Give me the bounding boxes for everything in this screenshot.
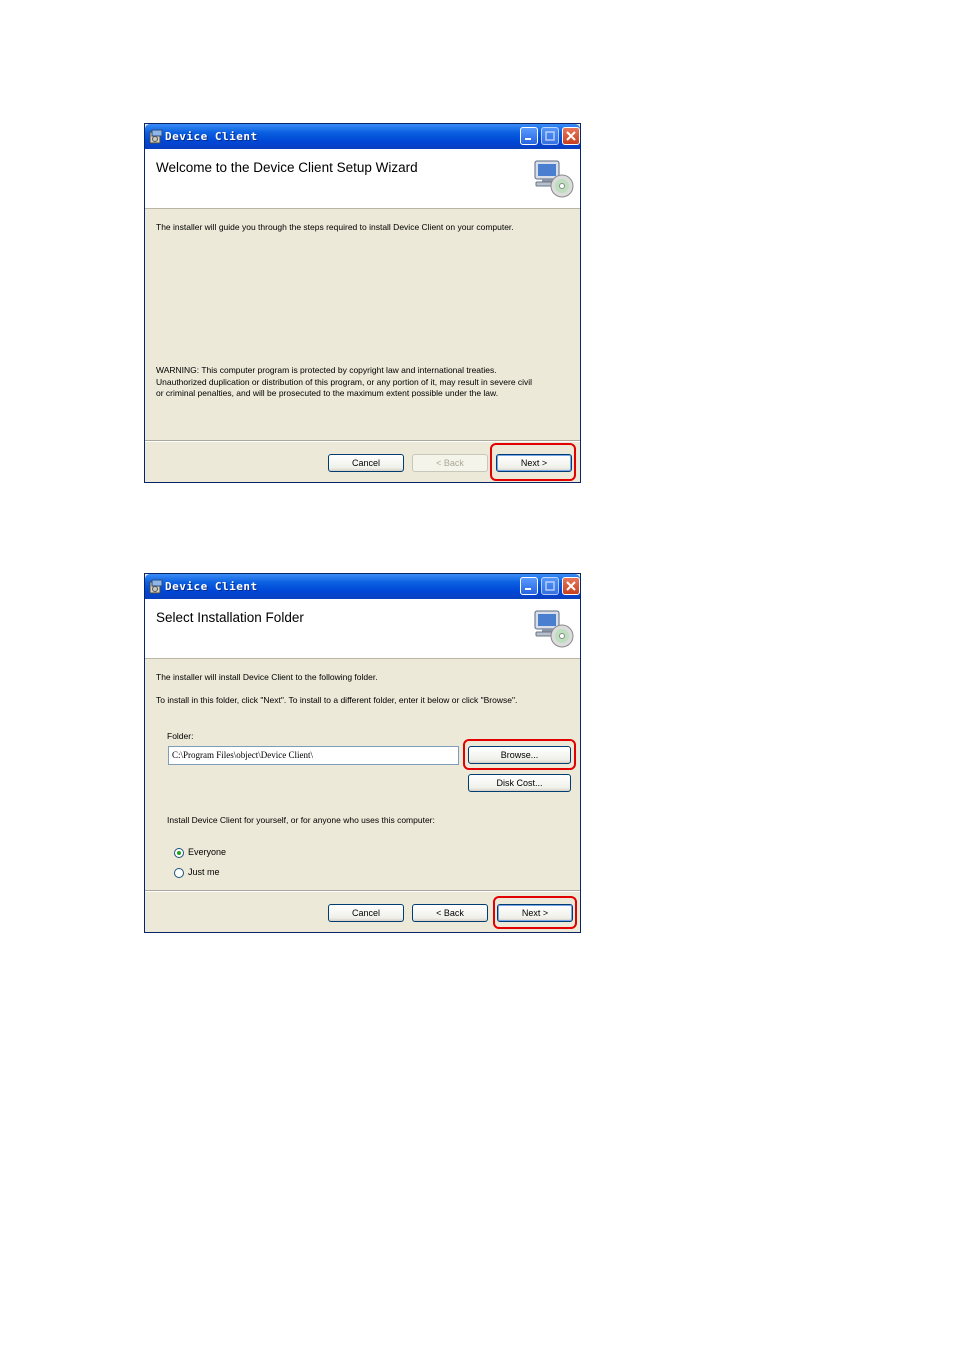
browse-button-highlight [463, 739, 576, 770]
cancel-label: Cancel [351, 458, 380, 468]
window-title: Device Client [165, 130, 258, 143]
close-button[interactable] [562, 577, 580, 595]
maximize-button[interactable] [541, 127, 559, 145]
disk-cost-button[interactable]: Disk Cost... [468, 774, 571, 792]
cancel-button[interactable]: Cancel [328, 904, 404, 922]
page-title: Welcome to the Device Client Setup Wizar… [156, 160, 418, 175]
warning-line-3: or criminal penalties, and will be prose… [156, 388, 499, 398]
installer-app-icon [149, 129, 163, 144]
back-label: < Back [436, 908, 464, 918]
minimize-button[interactable] [520, 577, 538, 595]
window-title: Device Client [165, 580, 258, 593]
cancel-button[interactable]: Cancel [328, 454, 404, 472]
minimize-icon [525, 588, 531, 590]
next-button-highlight [490, 443, 576, 481]
radio-everyone[interactable] [174, 848, 184, 858]
wizard-header: Select Installation Folder [145, 599, 580, 659]
folder-label: Folder: [167, 731, 194, 741]
radio-everyone-label[interactable]: Everyone [188, 847, 226, 857]
warning-line-1: WARNING: This computer program is protec… [156, 365, 497, 375]
maximize-icon [545, 131, 555, 141]
intro-text: The installer will guide you through the… [156, 222, 514, 232]
radio-just-me-label[interactable]: Just me [188, 867, 220, 877]
install-location-text: The installer will install Device Client… [156, 672, 378, 682]
folder-path-input[interactable]: C:\Program Files\object\Device Client\ [168, 746, 459, 765]
computer-cd-icon [534, 610, 574, 648]
page-title: Select Installation Folder [156, 610, 304, 625]
setup-wizard-window-folder: Device Client Select Installation Folder… [144, 573, 581, 933]
radio-just-me[interactable] [174, 868, 184, 878]
maximize-button[interactable] [541, 577, 559, 595]
install-instructions-text: To install in this folder, click "Next".… [156, 695, 518, 705]
cancel-label: Cancel [351, 908, 380, 918]
close-button[interactable] [562, 127, 580, 145]
setup-wizard-window-welcome: Device Client Welcome to the Device Clie… [144, 123, 581, 483]
title-bar[interactable]: Device Client [145, 124, 580, 149]
title-bar[interactable]: Device Client [145, 574, 580, 599]
close-icon [566, 131, 576, 141]
maximize-icon [545, 581, 555, 591]
warning-line-2: Unauthorized duplication or distribution… [156, 377, 533, 387]
footer-divider [145, 890, 580, 892]
disk-cost-label: Disk Cost... [496, 778, 543, 788]
installer-app-icon [149, 579, 163, 594]
minimize-button[interactable] [520, 127, 538, 145]
minimize-icon [525, 138, 531, 140]
back-button[interactable]: < Back [412, 904, 488, 922]
install-for-text: Install Device Client for yourself, or f… [167, 815, 435, 825]
next-button-highlight [493, 896, 577, 929]
back-button: < Back [412, 454, 488, 472]
close-icon [566, 581, 576, 591]
computer-cd-icon [534, 160, 574, 198]
wizard-header: Welcome to the Device Client Setup Wizar… [145, 149, 580, 209]
footer-divider [145, 440, 580, 442]
back-label: < Back [436, 458, 464, 468]
